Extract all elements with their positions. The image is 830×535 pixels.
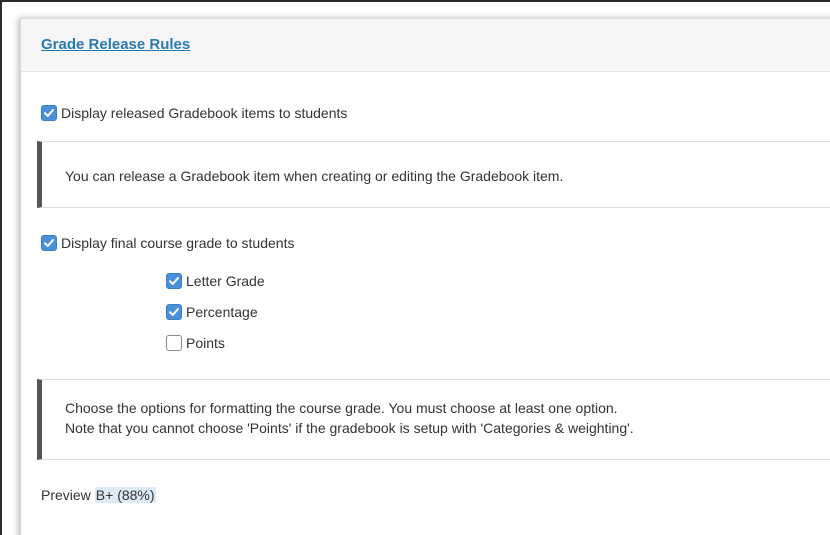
release-note-text: You can release a Gradebook item when cr… <box>65 168 564 184</box>
points-label: Points <box>186 335 225 351</box>
window-top-edge <box>0 0 830 2</box>
format-note-line-1: Choose the options for formatting the co… <box>65 400 618 416</box>
option-letter-grade-row[interactable]: Letter Grade <box>166 273 265 289</box>
window-left-edge <box>0 0 2 535</box>
check-icon <box>44 239 54 247</box>
percentage-label: Percentage <box>186 304 258 320</box>
panel-title-link[interactable]: Grade Release Rules <box>41 36 190 53</box>
preview-row: Preview B+ (88%) <box>41 487 156 503</box>
format-note: Choose the options for formatting the co… <box>37 379 830 460</box>
release-note: You can release a Gradebook item when cr… <box>37 141 830 208</box>
points-checkbox[interactable] <box>166 335 182 351</box>
final-grade-checkbox[interactable] <box>41 235 57 251</box>
check-icon <box>44 109 54 117</box>
panel-header: Grade Release Rules <box>21 19 830 72</box>
format-note-line-2: Note that you cannot choose 'Points' if … <box>65 420 634 436</box>
percentage-checkbox[interactable] <box>166 304 182 320</box>
final-grade-label: Display final course grade to students <box>61 235 295 251</box>
letter-grade-checkbox[interactable] <box>166 273 182 289</box>
option-percentage-row[interactable]: Percentage <box>166 304 258 320</box>
preview-label: Preview <box>41 487 91 503</box>
grade-release-rules-panel: Grade Release Rules Display released Gra… <box>20 18 830 535</box>
release-items-label: Display released Gradebook items to stud… <box>61 105 348 121</box>
preview-value: B+ (88%) <box>94 487 156 503</box>
final-grade-row[interactable]: Display final course grade to students <box>41 235 294 251</box>
release-items-row[interactable]: Display released Gradebook items to stud… <box>41 105 347 121</box>
screenshot-frame: Grade Release Rules Display released Gra… <box>0 0 830 535</box>
release-items-checkbox[interactable] <box>41 105 57 121</box>
option-points-row[interactable]: Points <box>166 335 225 351</box>
letter-grade-label: Letter Grade <box>186 273 265 289</box>
check-icon <box>169 277 179 285</box>
check-icon <box>169 308 179 316</box>
